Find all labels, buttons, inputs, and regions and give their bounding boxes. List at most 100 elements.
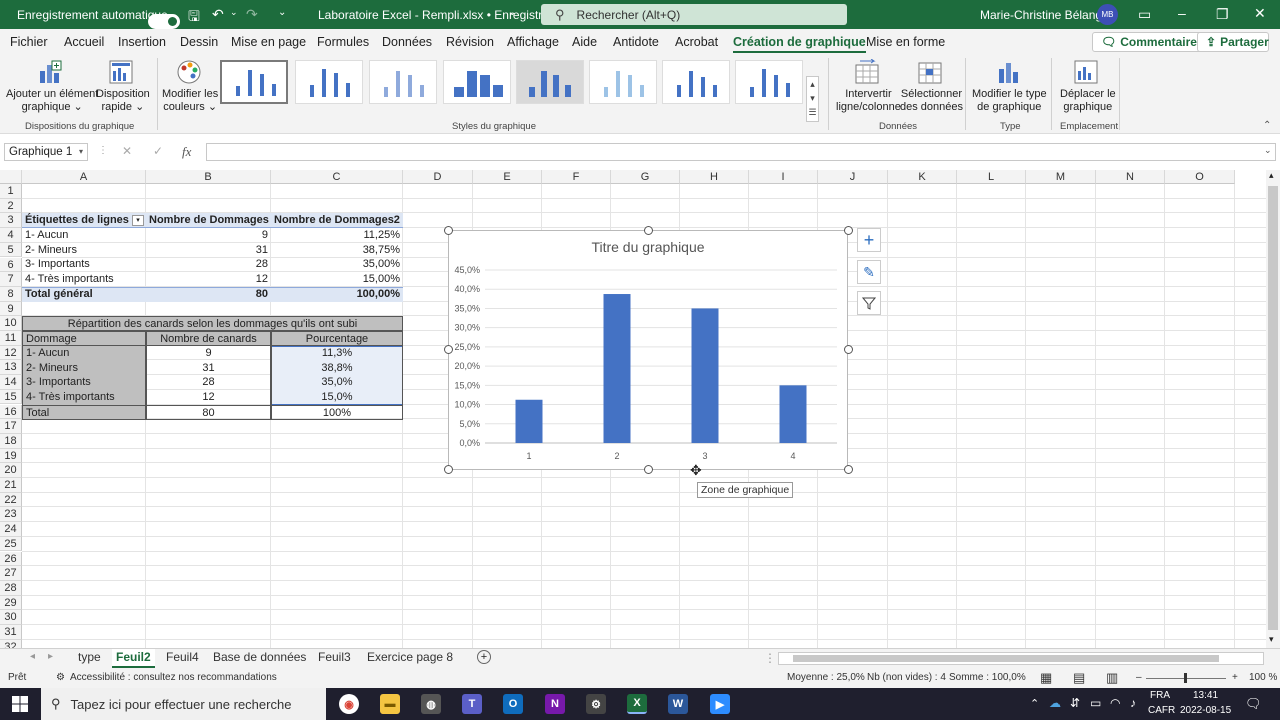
collapse-ribbon-icon[interactable]: ⌃ [1263,120,1271,131]
tab-acrobat[interactable]: Acrobat [675,35,718,49]
table2-header-dommage[interactable]: Dommage [22,331,146,346]
pivot-total-label[interactable]: Total général [22,287,146,302]
sheet-tab-feuil2[interactable]: Feuil2 [112,649,155,668]
customize-toolbar-icon[interactable]: ⌄ [278,7,286,18]
row-header[interactable]: 24 [0,522,22,537]
status-sum[interactable]: Somme : 100,0% [949,672,1026,683]
column-header[interactable]: F [542,170,611,184]
column-header[interactable]: K [888,170,957,184]
row-header[interactable]: 10 [0,316,22,331]
row-header[interactable]: 1 [0,184,22,199]
close-icon[interactable]: ✕ [1254,5,1266,22]
row-header[interactable]: 17 [0,419,22,434]
horizontal-scrollbar[interactable] [778,652,1264,665]
battery-icon[interactable]: ▭ [1090,696,1101,710]
row-header[interactable]: 21 [0,478,22,493]
table2-row-count[interactable]: 9 [146,346,271,361]
row-header[interactable]: 9 [0,301,22,317]
undo-dropdown-icon[interactable]: ⌄ [230,7,238,18]
chart-style-2[interactable] [295,60,363,104]
chart-style-1[interactable] [220,60,288,104]
file-name-chevron-icon[interactable]: ⌄ [508,7,516,18]
sheet-tab-base-de-donnees[interactable]: Base de données [213,649,306,668]
excel-icon[interactable]: X [627,694,647,714]
row-header[interactable]: 2 [0,198,22,214]
sheet-tab-exercice-page-8[interactable]: Exercice page 8 [367,649,453,668]
pivot-row-percent[interactable]: 35,00% [271,257,403,272]
ribbon-display-icon[interactable]: ▭ [1138,6,1151,23]
sheet-tab-feuil3[interactable]: Feuil3 [318,649,351,668]
pivot-total-count[interactable]: 80 [146,287,271,302]
vertical-scrollbar[interactable]: ▴ ▾ [1266,170,1280,648]
resize-handle[interactable] [444,345,453,354]
zoom-app-icon[interactable]: ▶ [710,694,730,714]
onedrive-icon[interactable]: ☁ [1049,696,1061,710]
table2-header-count[interactable]: Nombre de canards [146,331,271,346]
row-header[interactable]: 28 [0,580,22,596]
tabs-splitter-icon[interactable]: ⋮ [764,651,776,665]
insert-function-icon[interactable]: fx [182,144,191,160]
select-data-button[interactable]: Sélectionner des données [900,88,963,114]
user-name[interactable]: Marie-Christine Bélanger [980,8,1113,22]
pivot-filter-dropdown-icon[interactable]: ▾ [132,215,144,226]
chart-bar[interactable] [603,294,631,443]
taskbar-search[interactable]: ⚲ Tapez ici pour effectuer une recherche [41,688,326,720]
tray-chevron-icon[interactable]: ⌃ [1030,697,1039,710]
share-button[interactable]: ⇪ Partager [1197,32,1269,52]
minimize-icon[interactable]: – [1178,5,1186,21]
tab-accueil[interactable]: Accueil [64,35,104,49]
sheet-tab-feuil4[interactable]: Feuil4 [166,649,199,668]
language-cafr[interactable]: CAFR [1148,705,1175,716]
tab-affichage[interactable]: Affichage [507,35,559,49]
chart-style-4[interactable] [443,60,511,104]
table2-row-label[interactable]: 1- Aucun [22,346,146,361]
tab-antidote[interactable]: Antidote [613,35,659,49]
row-header[interactable]: 7 [0,272,22,287]
table2-header-percent[interactable]: Pourcentage [271,331,403,346]
chrome-icon[interactable]: ◉ [339,694,359,714]
table2-row-label[interactable]: 4- Très importants [22,390,146,405]
clock-time[interactable]: 13:41 [1193,690,1218,701]
table2-row-label[interactable]: 2- Mineurs [22,360,146,376]
accessibility-status[interactable]: Accessibilité : consultez nos recommanda… [70,672,277,683]
column-header[interactable]: I [749,170,818,184]
pivot-row-label[interactable]: 4- Très importants [22,272,146,287]
row-header[interactable]: 31 [0,625,22,640]
column-header[interactable]: L [957,170,1026,184]
zoom-out-icon[interactable]: – [1136,672,1142,683]
status-average[interactable]: Moyenne : 25,0% [787,672,865,683]
table2-row-count[interactable]: 12 [146,390,271,405]
row-header[interactable]: 8 [0,286,22,302]
table2-row-percent[interactable]: 15,0% [271,390,403,405]
pivot-row-count[interactable]: 9 [146,228,271,243]
pivot-row-label[interactable]: 1- Aucun [22,228,146,243]
zoom-slider-thumb[interactable] [1184,673,1187,683]
zoom-in-icon[interactable]: + [1232,672,1238,683]
row-header[interactable]: 15 [0,389,22,405]
file-explorer-icon[interactable]: ▬ [380,694,400,714]
row-header[interactable]: 29 [0,595,22,611]
row-header[interactable]: 14 [0,375,22,390]
autosave-toggle[interactable] [148,14,180,29]
zoom-level[interactable]: 100 % [1249,672,1277,683]
pivot-row-label[interactable]: 3- Importants [22,257,146,272]
chart-elements-plus-icon[interactable]: + [857,228,881,252]
onenote-icon[interactable]: N [545,694,565,714]
resize-handle[interactable] [844,345,853,354]
name-box-dropdown-icon[interactable]: ▾ [79,144,83,160]
undo-icon[interactable]: ↶ [212,6,224,23]
column-header[interactable]: G [611,170,680,184]
tab-mise-en-forme[interactable]: Mise en forme [866,35,945,49]
tab-fichier[interactable]: Fichier [10,35,48,49]
windows-start-icon[interactable] [12,696,28,712]
notification-icon[interactable]: 🗨 [1245,696,1262,712]
next-sheet-icon[interactable]: ▸ [48,651,53,662]
chart-style-5[interactable] [516,60,584,104]
search-box[interactable]: ⚲ Rechercher (Alt+Q) [541,4,847,25]
confirm-formula-icon[interactable]: ✓ [153,144,163,158]
pivot-row-percent[interactable]: 15,00% [271,272,403,287]
volume-icon[interactable]: ♪ [1130,696,1136,710]
pivot-row-label[interactable]: 2- Mineurs [22,243,146,258]
chart-area[interactable]: Titre du graphique 0,0% 5,0% 10,0% 15,0% 20,… [448,230,848,470]
row-header[interactable]: 12 [0,345,22,361]
